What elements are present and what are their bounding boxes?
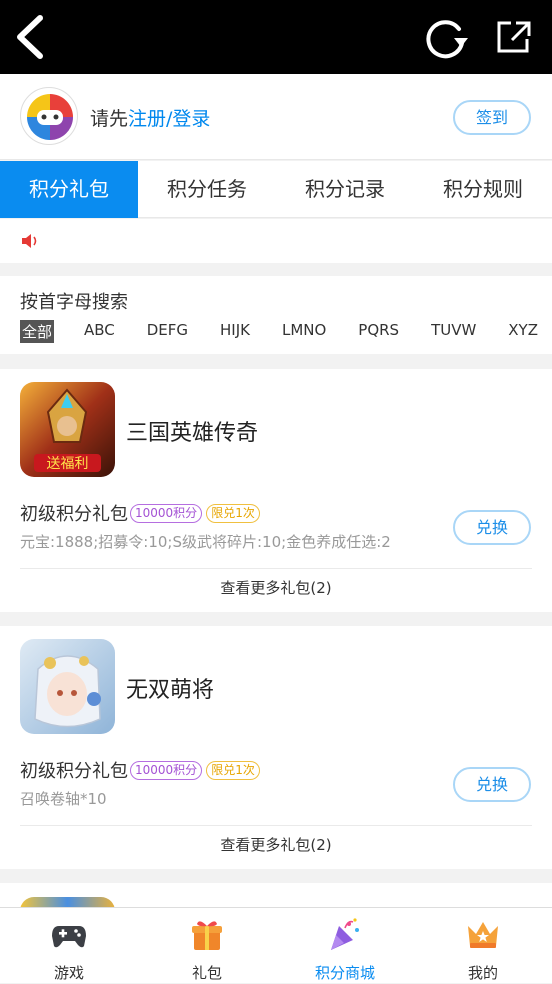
gift-icon xyxy=(192,921,222,950)
tab-points-gifts[interactable]: 积分礼包 xyxy=(0,161,138,218)
game-name[interactable]: 无双萌将 xyxy=(126,672,214,704)
divider xyxy=(20,568,532,569)
letter-search-title: 按首字母搜索 xyxy=(20,292,128,313)
more-gifts-link[interactable]: 查看更多礼包(2) xyxy=(0,834,552,855)
external-link-icon[interactable] xyxy=(494,18,534,56)
nav-points-mall-label: 积分商城 xyxy=(314,964,375,982)
letter-filter-abc[interactable]: ABC xyxy=(82,320,117,343)
letter-filter-hijk[interactable]: HIJK xyxy=(218,320,252,343)
letter-filter-lmno[interactable]: LMNO xyxy=(280,320,328,343)
letter-filter-list: 全部 ABC DEFG HIJK LMNO PQRS TUVW XYZ xyxy=(20,320,540,343)
back-arrow-icon[interactable] xyxy=(12,14,48,60)
letter-filter-xyz[interactable]: XYZ xyxy=(506,320,540,343)
redeem-limit-badge: 限兑1次 xyxy=(206,504,260,523)
nav-games-label: 游戏 xyxy=(53,964,84,982)
tab-points-records[interactable]: 积分记录 xyxy=(276,161,414,218)
gamepad-icon xyxy=(52,926,86,948)
gift-pack-name: 初级积分礼包 xyxy=(20,761,128,782)
app-logo-avatar xyxy=(20,87,78,145)
redeem-button[interactable]: 兑换 xyxy=(453,510,531,545)
login-link[interactable]: 注册/登录 xyxy=(128,108,210,130)
nav-mine-label: 我的 xyxy=(467,964,498,982)
gift-pack-name: 初级积分礼包 xyxy=(20,504,128,525)
tab-points-rules[interactable]: 积分规则 xyxy=(414,161,552,218)
letter-filter-pqrs[interactable]: PQRS xyxy=(356,320,401,343)
points-tabs: 积分礼包 积分任务 积分记录 积分规则 xyxy=(0,161,552,218)
notice-bar xyxy=(0,219,552,263)
bottom-nav: 游戏 礼包 积分商城 我的 xyxy=(0,907,552,983)
speaker-icon xyxy=(20,232,40,250)
game-icon-sanguo[interactable]: 送福利 xyxy=(20,382,115,477)
tab-points-tasks[interactable]: 积分任务 xyxy=(138,161,276,218)
letter-filter-all[interactable]: 全部 xyxy=(20,320,55,343)
redeem-button[interactable]: 兑换 xyxy=(453,767,531,802)
letter-filter-tuvw[interactable]: TUVW xyxy=(429,320,478,343)
points-cost-badge: 10000积分 xyxy=(130,504,203,523)
nav-mine[interactable]: 我的 xyxy=(414,908,552,984)
game-gift-card: 送福利 三国英雄传奇 初级积分礼包 10000积分 限兑1次 元宝:1888;招募令… xyxy=(0,369,552,612)
nav-games[interactable]: 游戏 xyxy=(0,908,138,984)
refresh-icon[interactable] xyxy=(424,16,468,60)
game-gift-card: 无双萌将 初级积分礼包 10000积分 限兑1次 召唤卷轴*10 兑换 查看更多礼包… xyxy=(0,626,552,869)
gift-pack-title: 初级积分礼包 10000积分 限兑1次 xyxy=(20,500,260,526)
gift-pack-contents: 召唤卷轴*10 xyxy=(20,790,107,808)
points-cost-badge: 10000积分 xyxy=(130,761,203,780)
user-bar: 请先注册/登录 签到 xyxy=(0,74,552,160)
nav-gifts-label: 礼包 xyxy=(191,964,222,982)
gift-pack-title: 初级积分礼包 10000积分 限兑1次 xyxy=(20,757,260,783)
party-popper-icon xyxy=(331,918,359,950)
letter-search: 按首字母搜索 全部 ABC DEFG HIJK LMNO PQRS TUVW X… xyxy=(0,276,552,354)
game-name[interactable]: 三国英雄传奇 xyxy=(126,415,258,447)
top-bar xyxy=(0,0,552,74)
svg-text:送福利: 送福利 xyxy=(47,456,89,472)
crown-icon xyxy=(468,922,498,948)
checkin-button[interactable]: 签到 xyxy=(453,100,531,135)
letter-filter-defg[interactable]: DEFG xyxy=(145,320,190,343)
more-gifts-link[interactable]: 查看更多礼包(2) xyxy=(0,577,552,598)
divider xyxy=(20,825,532,826)
nav-points-mall[interactable]: 积分商城 xyxy=(276,908,414,984)
gift-pack-contents: 元宝:1888;招募令:10;S级武将碎片:10;金色养成任选:2 xyxy=(20,533,391,551)
nav-gifts[interactable]: 礼包 xyxy=(138,908,276,984)
redeem-limit-badge: 限兑1次 xyxy=(206,761,260,780)
login-prefix: 请先 xyxy=(90,108,129,130)
game-icon-wushuang[interactable] xyxy=(20,639,115,734)
login-prompt: 请先注册/登录 xyxy=(90,104,210,131)
